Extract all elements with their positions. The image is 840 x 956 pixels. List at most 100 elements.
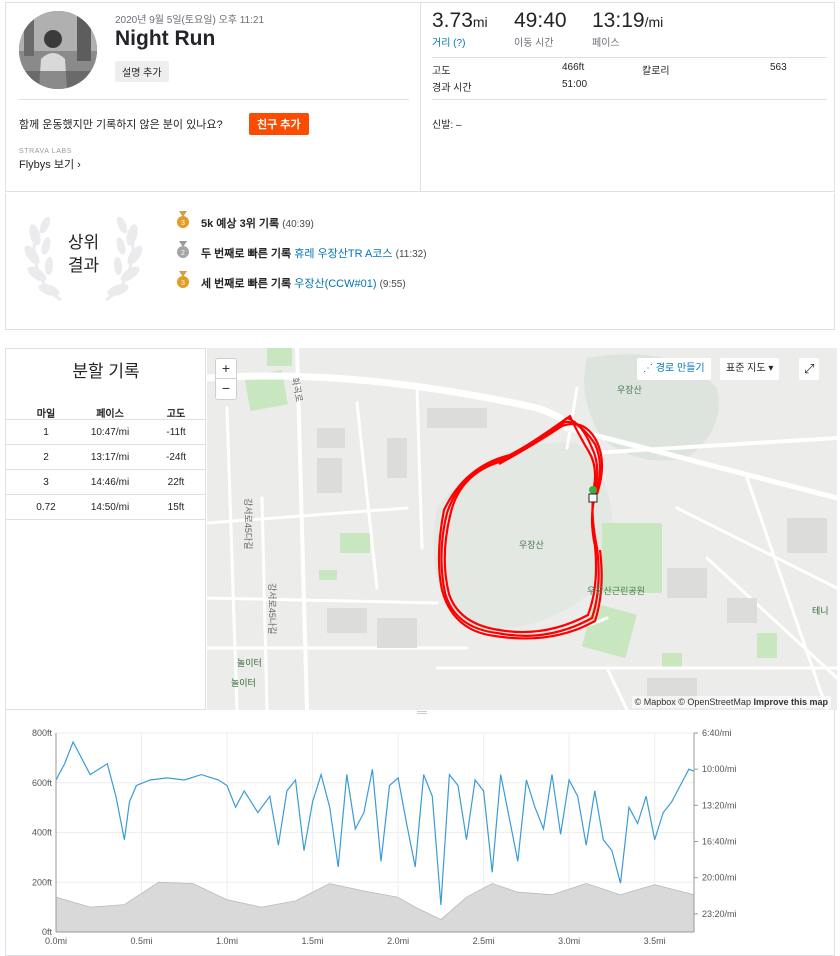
- top-results-badge: 상위 결과: [21, 231, 146, 277]
- flybys-link[interactable]: Flybys 보기 ›: [19, 156, 81, 172]
- achievement-time: (40:39): [282, 219, 314, 230]
- pace-label: 페이스: [592, 38, 620, 49]
- achievement-title: 5k 예상 3위 기록: [201, 218, 280, 230]
- split-mile: 0.72: [36, 502, 56, 513]
- bronze-medal-icon: 3: [177, 271, 189, 288]
- start-marker[interactable]: [589, 486, 597, 494]
- segment-link[interactable]: 우장산(CCW#01): [294, 278, 376, 290]
- pace-line: [55, 740, 695, 905]
- distance-stat: 3.73mi 거리 (?): [432, 9, 488, 49]
- zoom-control: + −: [215, 358, 237, 400]
- elapsed-value: 51:00: [562, 79, 588, 90]
- column-header-pace: 페이스: [96, 409, 124, 420]
- split-elevation: -24ft: [165, 452, 186, 463]
- x-tick-label: 2.0mi: [387, 936, 409, 946]
- y-tick-label: 400ft: [32, 828, 53, 838]
- moving-time-stat: 49:40 이동 시간: [514, 9, 567, 49]
- map-label: 우장산: [519, 540, 544, 550]
- table-row[interactable]: 2 13:17/mi -24ft: [6, 445, 206, 470]
- table-row[interactable]: 0.72 14:50/mi 15ft: [6, 495, 206, 520]
- splits-panel: 분할 기록 마일 페이스 고도 1 10:47/mi -11ft 2 13:17…: [5, 348, 206, 710]
- more-stats-table: 고도 466ft 칼로리 563 경과 시간 51:00: [432, 57, 827, 94]
- x-tick-label: 2.5mi: [473, 936, 495, 946]
- stat-row: 경과 시간 51:00: [432, 75, 827, 94]
- route-builder-label: 경로 만들기: [655, 363, 705, 374]
- add-friend-button[interactable]: 친구 추가: [249, 113, 309, 135]
- stat-row: 고도 466ft 칼로리 563: [432, 58, 827, 77]
- splits-title: 분할 기록: [72, 362, 140, 381]
- pace-tick-label: 6:40/mi: [702, 728, 732, 738]
- medal-rank: 2: [181, 250, 185, 257]
- split-mile: 2: [43, 452, 49, 463]
- elevation-pace-chart[interactable]: 0ft 200ft 400ft 600ft 800ft 0.0mi 0.5mi 1.0mi 1.…: [5, 710, 835, 956]
- achievement-title: 두 번째로 빠른 기록: [201, 248, 292, 260]
- map-canvas[interactable]: 우장산 우장산 우장산근린공원 놀이터 놀이터 테니 강서로45다길 강서로45…: [207, 348, 837, 710]
- moving-time-label: 이동 시간: [514, 38, 554, 49]
- calories-value: 563: [770, 62, 787, 73]
- shoes-info: 신발: –: [432, 120, 462, 131]
- zoom-in-button[interactable]: +: [216, 359, 236, 379]
- y-tick-label: 200ft: [32, 877, 53, 887]
- map-attribution: © Mapbox © OpenStreetMap Improve this ma…: [631, 696, 831, 708]
- segment-link[interactable]: 휴레 우장산TR A코스: [294, 248, 392, 260]
- column-header-mile: 마일: [36, 409, 56, 420]
- expand-icon[interactable]: ⤢: [799, 358, 820, 380]
- x-tick-label: 0.0mi: [45, 936, 67, 946]
- badge-line: 결과: [67, 256, 100, 275]
- split-mile: 3: [43, 477, 49, 488]
- split-elevation: -11ft: [166, 427, 186, 438]
- strava-labs-label: STRAVA LABS: [19, 148, 73, 155]
- pace-unit: /mi: [644, 14, 664, 30]
- splits-table: 1 10:47/mi -11ft 2 13:17/mi -24ft 3 14:4…: [6, 419, 206, 520]
- badge-line: 상위: [67, 233, 100, 252]
- split-pace: 14:50/mi: [90, 502, 130, 513]
- pace-tick-label: 23:20/mi: [702, 909, 737, 919]
- table-row[interactable]: 3 14:46/mi 22ft: [6, 470, 206, 495]
- chart-svg: 0ft200ft400ft600ft800ft0.0mi 0.5mi 1.0mi 1.…: [32, 728, 737, 946]
- achievement-title: 세 번째로 빠른 기록: [201, 278, 292, 290]
- pace-tick-label: 20:00/mi: [702, 873, 737, 883]
- map-label: 놀이터: [237, 658, 262, 668]
- distance-unit: mi: [472, 14, 488, 30]
- achievement-text: 세 번째로 빠른 기록 우장산(CCW#01) (9:55): [201, 275, 406, 291]
- split-pace: 13:17/mi: [90, 452, 130, 463]
- route-builder-button[interactable]: ⋰ 경로 만들기: [637, 358, 711, 380]
- map-label: 우장산: [617, 385, 642, 395]
- route-icon: ⋰: [643, 363, 656, 374]
- gold-medal-icon: 3: [177, 211, 189, 228]
- achievement-time: (9:55): [379, 279, 406, 290]
- column-header-elevation: 고도: [166, 409, 186, 420]
- route-map[interactable]: 우장산 우장산 우장산근린공원 놀이터 놀이터 테니 강서로45다길 강서로45…: [207, 348, 837, 710]
- pace-tick-label: 13:20/mi: [702, 800, 737, 810]
- activity-info: 2020년 9월 5일(토요일) 오후 11:21 Night Run 설명 추…: [6, 3, 421, 191]
- attribution-text[interactable]: © Mapbox © OpenStreetMap: [635, 697, 751, 707]
- activity-stats: 3.73mi 거리 (?) 49:40 이동 시간 13:19/mi 페이스 고…: [422, 3, 834, 191]
- map-label: 놀이터: [231, 678, 256, 688]
- finish-marker[interactable]: [588, 493, 598, 503]
- achievements-card: 상위 결과 3 5k 예상 3위 기록 (40:39) 2 두 번째로 빠른 기…: [5, 193, 835, 330]
- x-tick-label: 3.0mi: [558, 936, 580, 946]
- map-label: 강서로45다길: [243, 498, 253, 549]
- pace-tick-label: 16:40/mi: [702, 837, 737, 847]
- pace-value: 13:19: [592, 9, 645, 32]
- distance-label[interactable]: 거리 (?): [432, 34, 488, 49]
- zoom-out-button[interactable]: −: [216, 379, 236, 399]
- map-label: 우장산근린공원: [587, 586, 645, 596]
- medal-rank: 3: [181, 220, 185, 227]
- add-description-button[interactable]: 설명 추가: [115, 61, 169, 82]
- achievement-text: 5k 예상 3위 기록 (40:39): [201, 215, 314, 231]
- moving-time-value: 49:40: [514, 9, 567, 32]
- split-mile: 1: [43, 427, 49, 438]
- map-type-select[interactable]: 표준 지도 ▾: [720, 358, 780, 380]
- pace-stat: 13:19/mi 페이스: [592, 9, 663, 49]
- x-tick-label: 1.5mi: [302, 936, 324, 946]
- split-pace: 14:46/mi: [90, 477, 130, 488]
- avatar[interactable]: [19, 11, 97, 89]
- y-tick-label: 800ft: [32, 728, 53, 738]
- table-row[interactable]: 1 10:47/mi -11ft: [6, 420, 206, 445]
- divider: [19, 99, 409, 100]
- x-tick-label: 0.5mi: [131, 936, 153, 946]
- activity-summary-card: 2020년 9월 5일(토요일) 오후 11:21 Night Run 설명 추…: [5, 2, 835, 192]
- medal-rank: 3: [181, 280, 185, 287]
- improve-map-link[interactable]: Improve this map: [753, 697, 828, 707]
